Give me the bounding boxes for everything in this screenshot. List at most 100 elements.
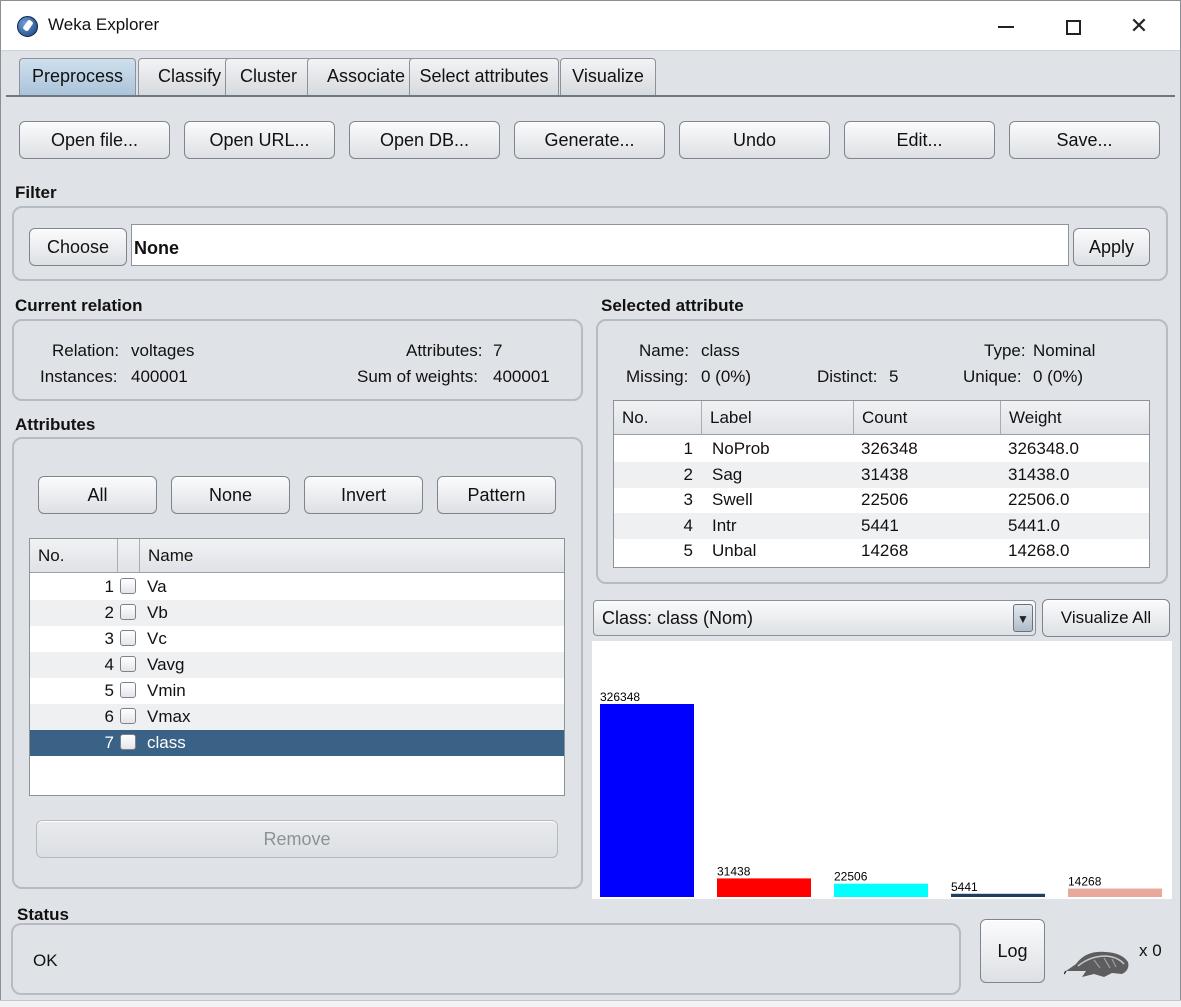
class-attribute-select[interactable]: Class: class (Nom) ▼ — [593, 600, 1036, 636]
table-row[interactable]: 7 class — [30, 730, 564, 756]
table-row[interactable]: 4 Intr 5441 5441.0 — [614, 512, 1149, 539]
table-row[interactable]: 6 Vmax — [30, 704, 564, 730]
relation-value: voltages — [131, 341, 195, 360]
bar-noprob — [600, 704, 694, 897]
maximize-button[interactable] — [1053, 9, 1093, 43]
label-count-table-header: No. Label Count Weight — [614, 401, 1149, 435]
attr-no: 6 — [104, 707, 114, 726]
attr-checkbox[interactable] — [120, 656, 136, 672]
minimize-button[interactable] — [986, 9, 1026, 43]
attributes-none-button[interactable]: None — [171, 476, 290, 514]
label-no: 5 — [683, 541, 693, 560]
bar-swell — [834, 883, 928, 897]
label-weight: 5441.0 — [1008, 515, 1060, 535]
col-count-header[interactable]: Count — [854, 401, 1001, 435]
table-row[interactable]: 2 Vb — [30, 600, 564, 626]
edit-button[interactable]: Edit... — [844, 121, 995, 159]
attributes-all-button[interactable]: All — [38, 476, 157, 514]
sum-of-weights-value: 400001 — [493, 367, 550, 386]
col-no-header[interactable]: No. — [30, 539, 118, 573]
visualize-all-button[interactable]: Visualize All — [1042, 599, 1170, 637]
close-button[interactable]: ✕ — [1119, 9, 1159, 43]
attributes-table-header: No. Name — [30, 539, 564, 573]
label-weight: 14268.0 — [1008, 541, 1070, 560]
col-no-header[interactable]: No. — [614, 401, 702, 435]
status-label: Status — [17, 905, 69, 924]
attr-name: Va — [147, 577, 167, 596]
table-row[interactable]: 5 Unbal 14268 14268.0 — [614, 538, 1149, 564]
attributes-invert-button[interactable]: Invert — [304, 476, 423, 514]
tab-divider — [6, 95, 1175, 97]
attr-no: 4 — [104, 655, 114, 674]
weka-bird-icon — [1063, 944, 1132, 985]
attr-name: Vb — [147, 603, 168, 622]
label-name: Swell — [712, 490, 753, 509]
label-name: Intr — [712, 515, 737, 535]
status-text: OK — [33, 951, 58, 970]
col-label-header[interactable]: Label — [702, 401, 854, 435]
table-row[interactable]: 5 Vmin — [30, 678, 564, 704]
save-button[interactable]: Save... — [1009, 121, 1160, 159]
undo-button[interactable]: Undo — [679, 121, 830, 159]
attributes-pattern-button[interactable]: Pattern — [437, 476, 556, 514]
tab-cluster[interactable]: Cluster — [225, 58, 312, 95]
filter-value-field[interactable]: None — [131, 224, 1069, 266]
sel-type-value: Nominal — [1033, 341, 1096, 360]
label-no: 3 — [683, 490, 693, 509]
label-no: 2 — [683, 464, 693, 484]
table-row[interactable]: 3 Swell 22506 22506.0 — [614, 487, 1149, 513]
col-check-header[interactable] — [118, 539, 140, 573]
table-row[interactable]: 2 Sag 31438 31438.0 — [614, 461, 1149, 488]
remove-button[interactable]: Remove — [36, 820, 558, 858]
class-distribution-svg: 326348 31438 22506 5441 14268 — [600, 690, 1162, 897]
attr-no: 2 — [104, 603, 114, 622]
relation-key: Relation: — [52, 341, 120, 360]
open-file-button[interactable]: Open file... — [19, 121, 170, 159]
selected-attribute-label: Selected attribute — [601, 296, 744, 315]
bar-value-label: 22506 — [834, 870, 868, 884]
chevron-down-icon[interactable]: ▼ — [1013, 604, 1033, 632]
table-row[interactable]: 4 Vavg — [30, 652, 564, 678]
sel-name-key: Name: — [639, 341, 690, 360]
table-row[interactable]: 1 NoProb 326348 326348.0 — [614, 436, 1149, 462]
attr-checkbox[interactable] — [120, 604, 136, 620]
sel-missing-key: Missing: — [626, 367, 689, 386]
minimize-icon — [998, 26, 1014, 29]
label-count: 14268 — [861, 541, 909, 560]
table-row[interactable]: 1 Va — [30, 574, 564, 600]
taskbar-strip — [0, 1000, 1181, 1007]
filter-label: Filter — [15, 183, 57, 202]
label-count: 5441 — [861, 515, 899, 535]
log-button[interactable]: Log — [980, 919, 1045, 983]
open-db-button[interactable]: Open DB... — [349, 121, 500, 159]
bar-value-label: 326348 — [600, 690, 640, 704]
attr-checkbox[interactable] — [120, 682, 136, 698]
open-url-button[interactable]: Open URL... — [184, 121, 335, 159]
close-icon: ✕ — [1129, 13, 1149, 38]
attr-name: Vmin — [147, 681, 186, 700]
tab-associate[interactable]: Associate — [307, 58, 425, 95]
col-name-header[interactable]: Name — [140, 539, 564, 573]
filter-choose-button[interactable]: Choose — [29, 228, 127, 266]
attr-checkbox[interactable] — [120, 578, 136, 594]
attr-checkbox[interactable] — [120, 734, 136, 750]
tab-preprocess[interactable]: Preprocess — [19, 58, 136, 95]
label-count: 31438 — [861, 464, 909, 484]
sel-distinct-value: 5 — [889, 367, 899, 386]
title-bar: Weka Explorer ✕ — [1, 1, 1180, 51]
label-count: 22506 — [861, 490, 909, 509]
generate-button[interactable]: Generate... — [514, 121, 665, 159]
attr-checkbox[interactable] — [120, 630, 136, 646]
attr-checkbox[interactable] — [120, 708, 136, 724]
table-row[interactable]: 3 Vc — [30, 626, 564, 652]
instances-key: Instances: — [40, 367, 118, 386]
class-attribute-value: Class: class (Nom) — [602, 608, 754, 628]
tab-select-attributes[interactable]: Select attributes — [409, 58, 559, 95]
weka-explorer-window: Weka Explorer ✕ Preprocess Classify Clus… — [0, 0, 1181, 1007]
sum-of-weights-key: Sum of weights: — [357, 367, 478, 386]
tab-visualize[interactable]: Visualize — [560, 58, 656, 95]
weka-app-icon — [17, 16, 38, 37]
col-weight-header[interactable]: Weight — [1001, 401, 1149, 435]
sel-type-key: Type: — [984, 341, 1026, 360]
filter-apply-button[interactable]: Apply — [1073, 228, 1150, 266]
